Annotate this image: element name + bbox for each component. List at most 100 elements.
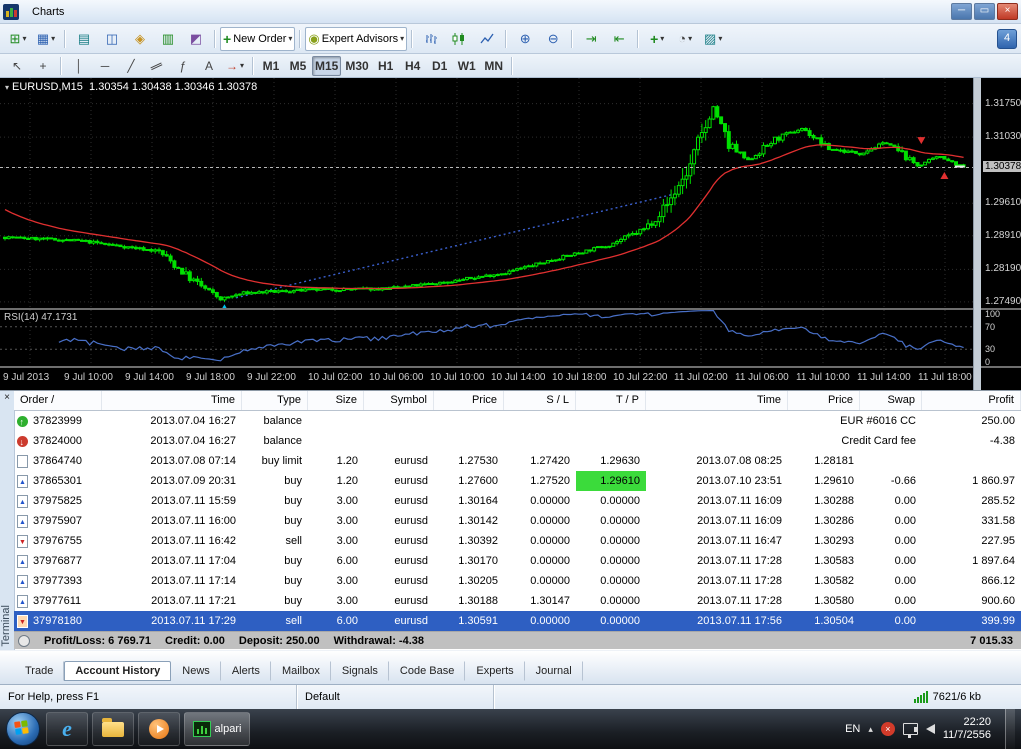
terminal-button[interactable]: ▥ (154, 27, 182, 51)
timeframe-mn[interactable]: MN (481, 56, 507, 76)
templates-button[interactable]: ▨▾ (699, 27, 727, 51)
rsi-indicator-pane[interactable] (0, 310, 973, 366)
tab-trade[interactable]: Trade (14, 661, 64, 681)
column-header-time[interactable]: Time (102, 391, 242, 410)
history-row[interactable]: 378647402013.07.08 07:14buy limit1.20eur… (14, 451, 1021, 471)
taskbar-alpari-app[interactable]: alpari (184, 712, 250, 746)
candlestick-chart-button[interactable] (445, 27, 473, 51)
profiles-button[interactable]: ▦▾ (32, 27, 60, 51)
column-header-symbol[interactable]: Symbol (364, 391, 434, 410)
size: 1.20 (308, 471, 364, 491)
chart-shift-button[interactable]: ⇤ (605, 27, 633, 51)
history-row[interactable]: 379768772013.07.11 17:04buy6.00eurusd1.3… (14, 551, 1021, 571)
zoom-in-button[interactable]: ⊕ (511, 27, 539, 51)
history-row[interactable]: 379758252013.07.11 15:59buy3.00eurusd1.3… (14, 491, 1021, 511)
tab-alerts[interactable]: Alerts (221, 661, 271, 681)
column-header-t-p[interactable]: T / P (576, 391, 646, 410)
tab-code-base[interactable]: Code Base (389, 661, 465, 681)
start-button[interactable] (6, 712, 40, 746)
timeframe-h4[interactable]: H4 (400, 56, 426, 76)
taskbar-internet-explorer[interactable]: e (46, 712, 88, 746)
column-header-price[interactable]: Price (788, 391, 860, 410)
taskbar-clock[interactable]: 22:20 11/7/2556 (943, 716, 991, 742)
column-header-type[interactable]: Type (242, 391, 308, 410)
tab-journal[interactable]: Journal (525, 661, 583, 681)
open-time: 2013.07.11 17:21 (102, 591, 242, 611)
restore-button[interactable]: ▭ (974, 3, 995, 20)
column-header-s-l[interactable]: S / L (504, 391, 576, 410)
price-label: 1.28910 (985, 230, 1021, 241)
arrows-button[interactable]: →▾ (222, 56, 248, 76)
history-row[interactable]: 378240002013.07.04 16:27balanceCredit Ca… (14, 431, 1021, 451)
tab-account-history[interactable]: Account History (64, 661, 171, 681)
history-row[interactable]: 379767552013.07.11 16:42sell3.00eurusd1.… (14, 531, 1021, 551)
tab-experts[interactable]: Experts (465, 661, 524, 681)
history-row[interactable]: 378239992013.07.04 16:27balanceEUR #6016… (14, 411, 1021, 431)
fibonacci-button[interactable]: ƒ (170, 56, 196, 76)
strategy-tester-button[interactable]: ◩ (182, 27, 210, 51)
column-header-size[interactable]: Size (308, 391, 364, 410)
periods-button[interactable]: ◔▾ (671, 27, 699, 51)
minimize-button[interactable]: ─ (951, 3, 972, 20)
text-button[interactable]: A (196, 56, 222, 76)
column-header-time[interactable]: Time (646, 391, 788, 410)
timeframe-d1[interactable]: D1 (427, 56, 453, 76)
tab-signals[interactable]: Signals (331, 661, 389, 681)
summary-profit-loss: Profit/Loss: 6 769.71 (44, 635, 151, 647)
auto-scroll-button[interactable]: ⇥ (577, 27, 605, 51)
swap: 0.00 (860, 491, 922, 511)
indicators-button[interactable]: +▾ (643, 27, 671, 51)
taskbar-media-player[interactable] (138, 712, 180, 746)
timeframe-m5[interactable]: M5 (285, 56, 311, 76)
history-row[interactable]: 379781802013.07.11 17:29sell6.00eurusd1.… (14, 611, 1021, 631)
taskbar-file-explorer[interactable] (92, 712, 134, 746)
navigator-button[interactable]: ◈ (126, 27, 154, 51)
tray-alert-icon[interactable]: × (881, 722, 895, 736)
table-header-row: Order /TimeTypeSizeSymbolPriceS / LT / P… (14, 391, 1021, 411)
terminal-icon: ▥ (162, 31, 174, 47)
menu-charts[interactable]: Charts (23, 3, 80, 21)
column-header-order[interactable]: Order / (14, 391, 102, 410)
cursor-button[interactable]: ↖ (4, 56, 30, 76)
tab-mailbox[interactable]: Mailbox (271, 661, 331, 681)
history-row[interactable]: 378653012013.07.09 20:31buy1.20eurusd1.2… (14, 471, 1021, 491)
horizontal-line-button[interactable]: ─ (92, 56, 118, 76)
zoom-out-button[interactable]: ⊖ (539, 27, 567, 51)
volume-icon[interactable] (926, 724, 935, 734)
crosshair-button[interactable]: + (30, 56, 56, 76)
history-row[interactable]: 379773932013.07.11 17:14buy3.00eurusd1.3… (14, 571, 1021, 591)
chart-area[interactable]: ▾EURUSD,M15 1.30354 1.30438 1.30346 1.30… (0, 78, 1021, 390)
expert-advisors-button[interactable]: ◉ Expert Advisors ▾ (305, 27, 407, 51)
timeframe-m30[interactable]: M30 (342, 56, 371, 76)
notification-badge[interactable]: 4 (997, 29, 1017, 49)
column-header-price[interactable]: Price (434, 391, 504, 410)
column-header-profit[interactable]: Profit (922, 391, 1021, 410)
data-window-button[interactable]: ◫ (98, 27, 126, 51)
tab-news[interactable]: News (171, 661, 221, 681)
close-button[interactable]: × (997, 3, 1018, 20)
vertical-line-button[interactable]: │ (66, 56, 92, 76)
terminal-panel: × Terminal Order /TimeTypeSizeSymbolPric… (0, 390, 1021, 651)
language-indicator[interactable]: EN (845, 723, 860, 735)
timeframe-m1[interactable]: M1 (258, 56, 284, 76)
timeframe-w1[interactable]: W1 (454, 56, 480, 76)
trendline-button[interactable]: ╱ (118, 56, 144, 76)
history-row[interactable]: 379776112013.07.11 17:21buy3.00eurusd1.3… (14, 591, 1021, 611)
column-header-swap[interactable]: Swap (860, 391, 922, 410)
status-profile[interactable]: Default (305, 691, 340, 703)
swap (860, 451, 922, 471)
line-chart-button[interactable] (473, 27, 501, 51)
candlestick-chart[interactable] (0, 78, 973, 308)
channel-button[interactable]: ∥ (144, 56, 170, 76)
show-desktop-button[interactable] (1005, 709, 1015, 749)
tray-expand-icon[interactable]: ▴ (868, 724, 873, 735)
market-watch-button[interactable]: ▤ (70, 27, 98, 51)
terminal-close-icon[interactable]: × (1, 392, 13, 404)
timeframe-h1[interactable]: H1 (373, 56, 399, 76)
chart-scrollbar[interactable] (973, 78, 981, 390)
new-order-button[interactable]: + New Order ▾ (220, 27, 295, 51)
history-row[interactable]: 379759072013.07.11 16:00buy3.00eurusd1.3… (14, 511, 1021, 531)
timeframe-m15[interactable]: M15 (312, 56, 341, 76)
bar-chart-button[interactable] (417, 27, 445, 51)
new-chart-button[interactable]: ⊞▾ (4, 27, 32, 51)
